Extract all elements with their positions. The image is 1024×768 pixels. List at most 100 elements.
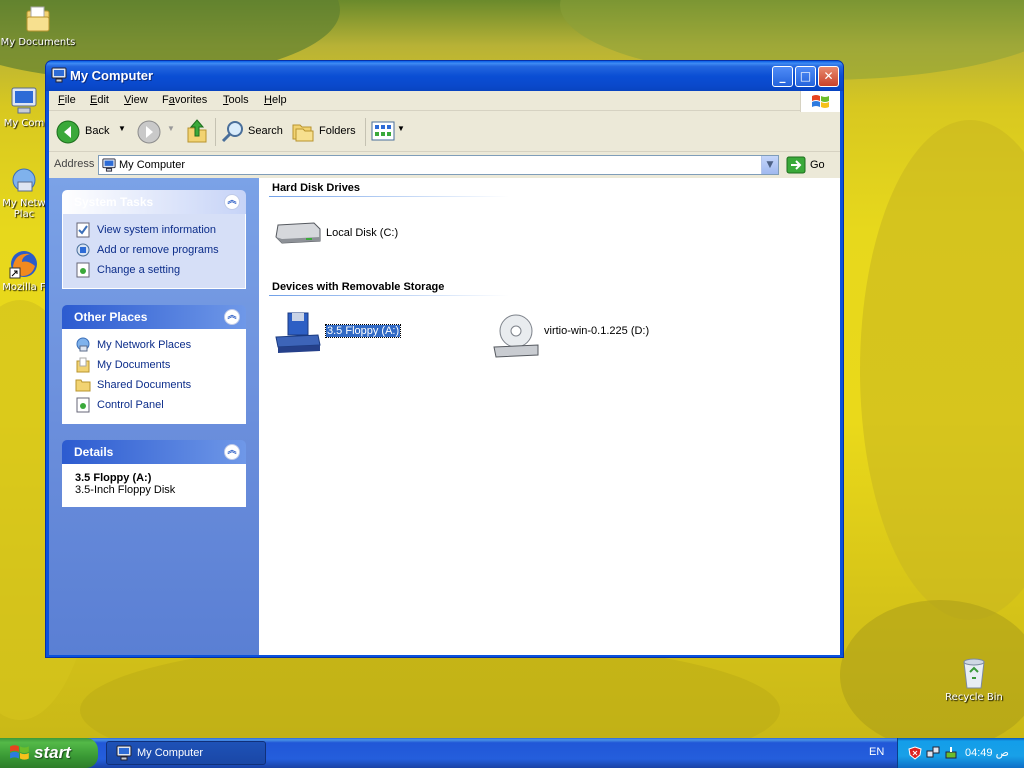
standard-toolbar: Back ▼ ▼ Search Folders ▼ xyxy=(49,112,840,152)
group-divider xyxy=(269,196,509,197)
desktop-icon-label: My Documents xyxy=(0,37,76,48)
close-icon: ✕ xyxy=(823,69,834,83)
desktop-icon-my-documents[interactable]: My Documents xyxy=(0,3,76,48)
system-tasks-body: View system information Add or remove pr… xyxy=(62,214,246,289)
add-remove-programs-icon xyxy=(76,243,90,257)
other-places-header[interactable]: Other Places ︽ xyxy=(62,305,246,329)
menu-view[interactable]: View xyxy=(124,94,148,106)
computer-icon xyxy=(11,87,37,114)
security-shield-icon[interactable] xyxy=(908,746,922,760)
control-panel-icon xyxy=(76,262,90,278)
menu-label: ile xyxy=(64,94,76,106)
taskbar: start My Computer EN ص 04:49 xyxy=(0,738,1024,768)
address-bar: Address My Computer ▼ Go xyxy=(49,153,840,177)
up-folder-button[interactable] xyxy=(185,118,211,146)
place-label: Control Panel xyxy=(97,399,164,411)
windows-flag-icon xyxy=(10,745,29,760)
menu-favorites[interactable]: Favorites xyxy=(162,94,207,106)
dropdown-arrow-icon: ▼ xyxy=(167,124,175,133)
language-indicator[interactable]: EN xyxy=(869,746,884,758)
menu-tools[interactable]: Tools xyxy=(223,94,249,106)
menu-label: F xyxy=(162,94,169,106)
menu-help[interactable]: Help xyxy=(264,94,287,106)
menu-file[interactable]: File xyxy=(58,94,76,106)
address-input[interactable]: My Computer ▼ xyxy=(98,155,779,175)
address-value: My Computer xyxy=(119,159,186,171)
recycle-bin-icon xyxy=(963,658,985,689)
content-pane: Hard Disk Drives Local Disk (C:) Devices… xyxy=(259,178,840,655)
up-folder-icon xyxy=(187,119,207,143)
close-button[interactable]: ✕ xyxy=(818,66,839,87)
toolbar-separator xyxy=(365,118,366,146)
details-header[interactable]: Details ︽ xyxy=(62,440,246,464)
clock[interactable]: ص 04:49 xyxy=(965,746,1009,759)
folders-icon xyxy=(292,124,314,142)
back-label: Back xyxy=(85,125,110,137)
views-button[interactable]: ▼ xyxy=(371,120,407,144)
menu-edit[interactable]: Edit xyxy=(90,94,109,106)
search-label: Search xyxy=(248,125,283,137)
back-button[interactable]: Back ▼ xyxy=(56,120,132,144)
windows-flag-icon xyxy=(812,95,829,108)
computer-icon xyxy=(51,67,67,83)
start-button[interactable]: start xyxy=(0,738,98,768)
address-label: Address xyxy=(54,158,95,170)
maximize-button[interactable]: □ xyxy=(795,66,816,87)
place-my-documents[interactable]: My Documents xyxy=(75,357,235,377)
task-label: Add or remove programs xyxy=(97,244,219,256)
other-places-panel: Other Places ︽ My Network Places My Docu… xyxy=(62,305,246,424)
folder-icon xyxy=(75,379,91,392)
my-computer-window[interactable]: My Computer _ □ ✕ File Edit View Favorit… xyxy=(45,60,844,658)
place-control-panel[interactable]: Control Panel xyxy=(75,397,235,417)
task-label: Change a setting xyxy=(97,264,181,276)
details-body: 3.5 Floppy (A:) 3.5-Inch Floppy Disk xyxy=(62,464,246,507)
place-label: My Documents xyxy=(97,359,171,371)
folders-label: Folders xyxy=(319,125,356,137)
documents-folder-icon xyxy=(76,357,90,373)
menu-label: elp xyxy=(271,94,287,106)
documents-folder-icon xyxy=(26,6,50,32)
title-bar[interactable]: My Computer _ □ ✕ xyxy=(46,61,843,91)
computer-icon xyxy=(116,745,132,761)
maximize-icon: □ xyxy=(799,69,812,83)
menu-label: vorites xyxy=(174,94,208,106)
window-title: My Computer xyxy=(70,68,154,83)
collapse-chevron-icon[interactable]: ︽ xyxy=(224,194,240,210)
task-label: View system information xyxy=(97,224,217,236)
minimize-button[interactable]: _ xyxy=(772,66,793,87)
drive-cd-d[interactable]: virtio-win-0.1.225 (D:) xyxy=(492,311,649,362)
place-my-network-places[interactable]: My Network Places xyxy=(75,337,235,357)
forward-button[interactable]: ▼ xyxy=(137,120,177,144)
place-shared-documents[interactable]: Shared Documents xyxy=(75,377,235,397)
system-tasks-header[interactable]: System Tasks ︽ xyxy=(62,190,246,214)
network-icon xyxy=(76,337,90,352)
desktop-icon-recycle-bin[interactable]: Recycle Bin xyxy=(936,656,1012,703)
network-connection-icon[interactable] xyxy=(926,746,940,760)
details-item-description: 3.5-Inch Floppy Disk xyxy=(75,484,176,496)
menu-bar: File Edit View Favorites Tools Help xyxy=(49,91,840,113)
collapse-chevron-icon[interactable]: ︽ xyxy=(224,309,240,325)
go-button[interactable]: Go xyxy=(786,156,836,174)
computer-icon xyxy=(102,158,116,172)
firefox-icon xyxy=(9,251,37,279)
taskbar-button-my-computer[interactable]: My Computer xyxy=(106,741,266,765)
safely-remove-hardware-icon[interactable] xyxy=(944,746,958,760)
folders-button[interactable]: Folders xyxy=(291,119,361,145)
dropdown-arrow-icon: ▼ xyxy=(397,124,405,133)
other-places-body: My Network Places My Documents Shared Do… xyxy=(62,329,246,424)
drive-local-disk-c[interactable]: Local Disk (C:) xyxy=(274,215,398,250)
task-add-remove-programs[interactable]: Add or remove programs xyxy=(75,242,235,262)
collapse-chevron-icon[interactable]: ︽ xyxy=(224,444,240,460)
task-view-system-information[interactable]: View system information xyxy=(75,222,235,242)
menu-mnemonic: H xyxy=(264,94,272,106)
task-pane: System Tasks ︽ View system information A… xyxy=(49,178,259,655)
floppy-drive-icon xyxy=(275,312,321,353)
drive-label: virtio-win-0.1.225 (D:) xyxy=(544,325,650,337)
windows-logo xyxy=(800,91,840,113)
task-change-setting[interactable]: Change a setting xyxy=(75,262,235,282)
drive-floppy-a[interactable]: 3.5 Floppy (A:) xyxy=(274,311,402,358)
search-button[interactable]: Search xyxy=(221,119,287,145)
panel-title: System Tasks xyxy=(74,195,154,209)
group-divider xyxy=(269,295,509,296)
address-dropdown-button[interactable]: ▼ xyxy=(761,156,778,174)
